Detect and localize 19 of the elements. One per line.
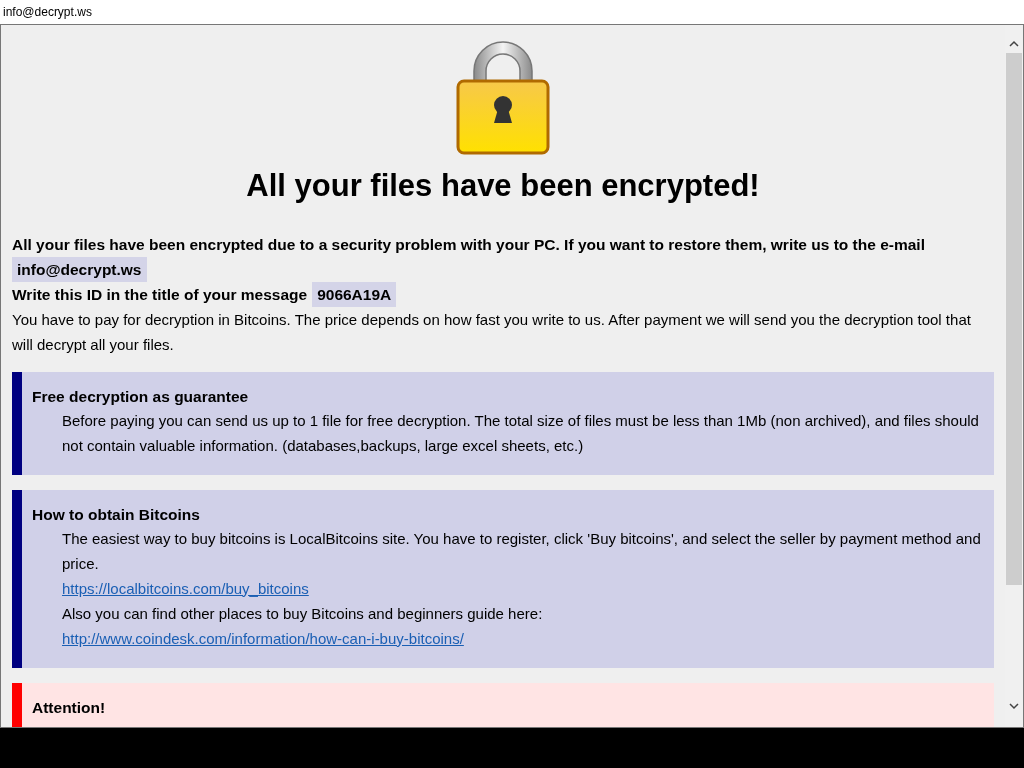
payment-note: You have to pay for decryption in Bitcoins. The price depends on how fast you write to us. After payment we will send you the decryption tool that will decrypt all your files. (12, 309, 972, 355)
window-title: info@decrypt.ws (3, 4, 92, 21)
panel-text: Before paying you can send us up to 1 file for free decryption. The total size of files must be less than 1Mb (non archived), and files should not contain valuable information. (databases,backups, large excel sheets, etc.) (61, 410, 980, 456)
victim-id: 9066A19A (312, 281, 397, 307)
intro-text: All your files have been encrypted due to a security problem with your PC. If you want to restore them, write us to the e-mail (12, 234, 926, 255)
panel-text: Also you can find other places to buy Bitcoins and beginners guide here: (61, 603, 544, 624)
panel-text: The easiest way to buy bitcoins is LocalBitcoins site. You have to register, click 'Buy bitcoins', and select the seller by payment method and price. (61, 528, 982, 574)
scrollbar-thumb[interactable] (1006, 53, 1022, 585)
panel-title: Free decryption as guarantee (32, 386, 250, 407)
id-label: Write this ID in the title of your message (12, 284, 308, 305)
scroll-up-icon[interactable] (1008, 39, 1020, 49)
panel-title: Attention! (32, 697, 107, 718)
link[interactable]: http://www.coindesk.com/information/how-can-i-buy-bitcoins/ (62, 629, 464, 647)
email-address: info@decrypt.ws (12, 256, 147, 282)
link[interactable]: https://localbitcoins.com/buy_bitcoins (62, 579, 309, 597)
panel-title: How to obtain Bitcoins (32, 504, 201, 525)
scroll-down-icon[interactable] (1008, 701, 1020, 711)
page-heading: All your files have been encrypted! (246, 167, 760, 205)
padlock-icon (456, 39, 550, 155)
